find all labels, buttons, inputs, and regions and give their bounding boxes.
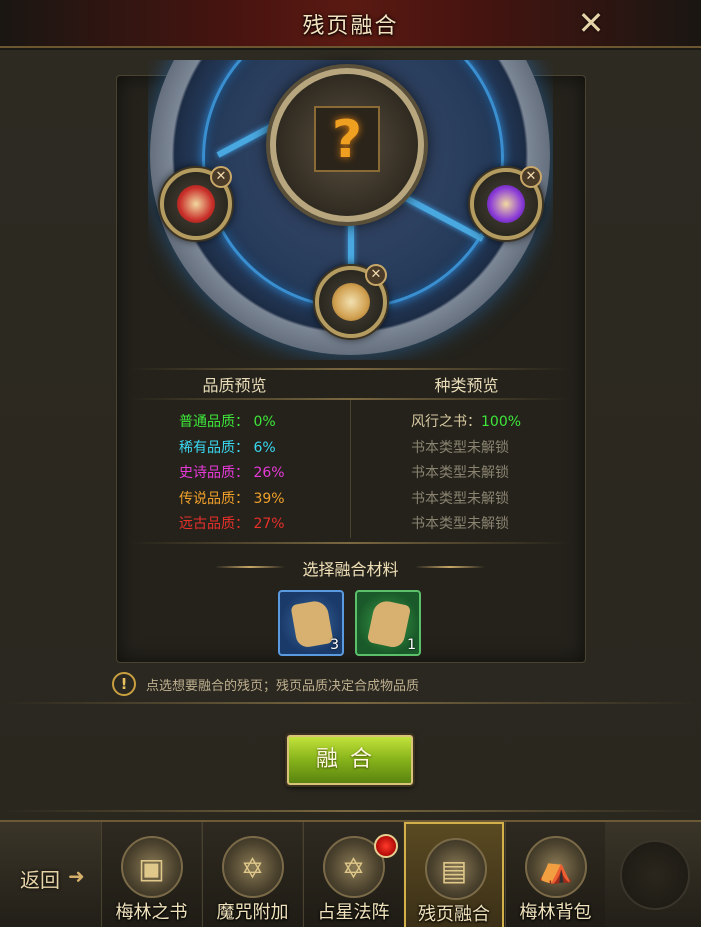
tab-label: 占星法阵 — [317, 902, 390, 923]
type-value: 100% — [481, 414, 522, 430]
item-count: 1 — [407, 637, 416, 653]
quality-row: 稀有品质： 6% — [179, 439, 276, 456]
quality-row: 传说品质： 39% — [179, 490, 285, 507]
hint-text: 点选想要融合的残页；残页品质决定合成物品质 — [146, 679, 420, 694]
torn-page-icon — [290, 599, 334, 649]
divider — [130, 542, 570, 544]
result-slot[interactable]: ? — [270, 68, 424, 222]
type-name: 书本类型未解锁 — [411, 465, 509, 481]
tab-enchant[interactable]: ✡ 魔咒附加 — [202, 822, 302, 927]
title-bar: 残页融合 ✕ — [0, 0, 701, 48]
hexagram-glyph-icon: ✡ — [240, 852, 265, 885]
divider — [130, 368, 570, 370]
type-row: 风行之书：100% — [411, 411, 521, 431]
tab-label: 梅林之书 — [115, 902, 188, 923]
back-button[interactable]: 返回 ➜ — [0, 822, 100, 927]
back-label: 返回 — [20, 868, 60, 892]
type-row: 书本类型未解锁 — [411, 488, 509, 508]
tab-label: 魔咒附加 — [216, 902, 289, 923]
material-slot-bottom[interactable]: ✕ — [315, 264, 387, 338]
material-slot-left[interactable]: ✕ — [160, 166, 232, 240]
quality-preview-header: 品质预览 — [202, 376, 267, 395]
quality-row: 普通品质： 0% — [179, 414, 276, 430]
book-glyph-icon: ▣ — [138, 852, 165, 885]
bottom-nav: 返回 ➜ ▣ 梅林之书 ✡ 魔咒附加 ✡ 占星法阵 ▤ 残页融合 ⛺ 梅林背包 — [0, 820, 701, 927]
type-name: 风行之书： — [411, 414, 481, 430]
question-mark-icon: ? — [314, 106, 380, 172]
type-row: 书本类型未解锁 — [411, 513, 509, 533]
quality-row: 远古品质： 27% — [179, 516, 285, 532]
material-item[interactable]: 1 — [355, 590, 421, 656]
tab-merlin-backpack[interactable]: ⛺ 梅林背包 — [505, 822, 605, 927]
close-icon[interactable]: ✕ — [574, 6, 608, 40]
divider — [0, 810, 701, 812]
material-slot-right[interactable]: ✕ — [470, 166, 542, 240]
back-arrow-icon: ➜ — [68, 864, 85, 888]
item-count: 3 — [330, 637, 339, 653]
quality-row: 史诗品质： 26% — [179, 465, 285, 481]
tab-astrology[interactable]: ✡ 占星法阵 — [303, 822, 403, 927]
title-ornament — [415, 566, 485, 568]
remove-icon[interactable]: ✕ — [520, 166, 542, 188]
type-row: 书本类型未解锁 — [411, 462, 509, 482]
gold-scroll-icon — [332, 283, 370, 321]
warning-icon: ! — [112, 672, 136, 696]
type-name: 书本类型未解锁 — [411, 490, 509, 507]
type-row: 书本类型未解锁 — [411, 437, 509, 457]
torn-page-icon — [366, 598, 412, 650]
purple-scroll-icon — [487, 185, 525, 223]
emblem-decoration — [620, 840, 690, 910]
nav-empty-slot — [606, 822, 701, 927]
divider — [0, 702, 701, 704]
material-item[interactable]: 3 — [278, 590, 344, 656]
tab-label: 残页融合 — [418, 904, 490, 925]
type-name: 书本类型未解锁 — [411, 439, 509, 456]
red-scroll-icon — [177, 185, 215, 223]
type-preview-header: 种类预览 — [434, 376, 499, 395]
remove-icon[interactable]: ✕ — [210, 166, 232, 188]
materials-title: 选择融合材料 — [302, 560, 399, 579]
scroll-glyph-icon: ▤ — [440, 854, 468, 887]
column-divider — [350, 400, 351, 538]
tab-merlin-book[interactable]: ▣ 梅林之书 — [101, 822, 201, 927]
type-name: 书本类型未解锁 — [411, 516, 509, 532]
remove-icon[interactable]: ✕ — [365, 264, 387, 286]
tab-fragment-fusion[interactable]: ▤ 残页融合 — [404, 822, 504, 927]
tab-label: 梅林背包 — [519, 902, 592, 923]
backpack-glyph-icon: ⛺ — [538, 852, 573, 885]
fuse-button[interactable]: 融合 — [287, 735, 413, 785]
notification-badge — [374, 834, 398, 858]
